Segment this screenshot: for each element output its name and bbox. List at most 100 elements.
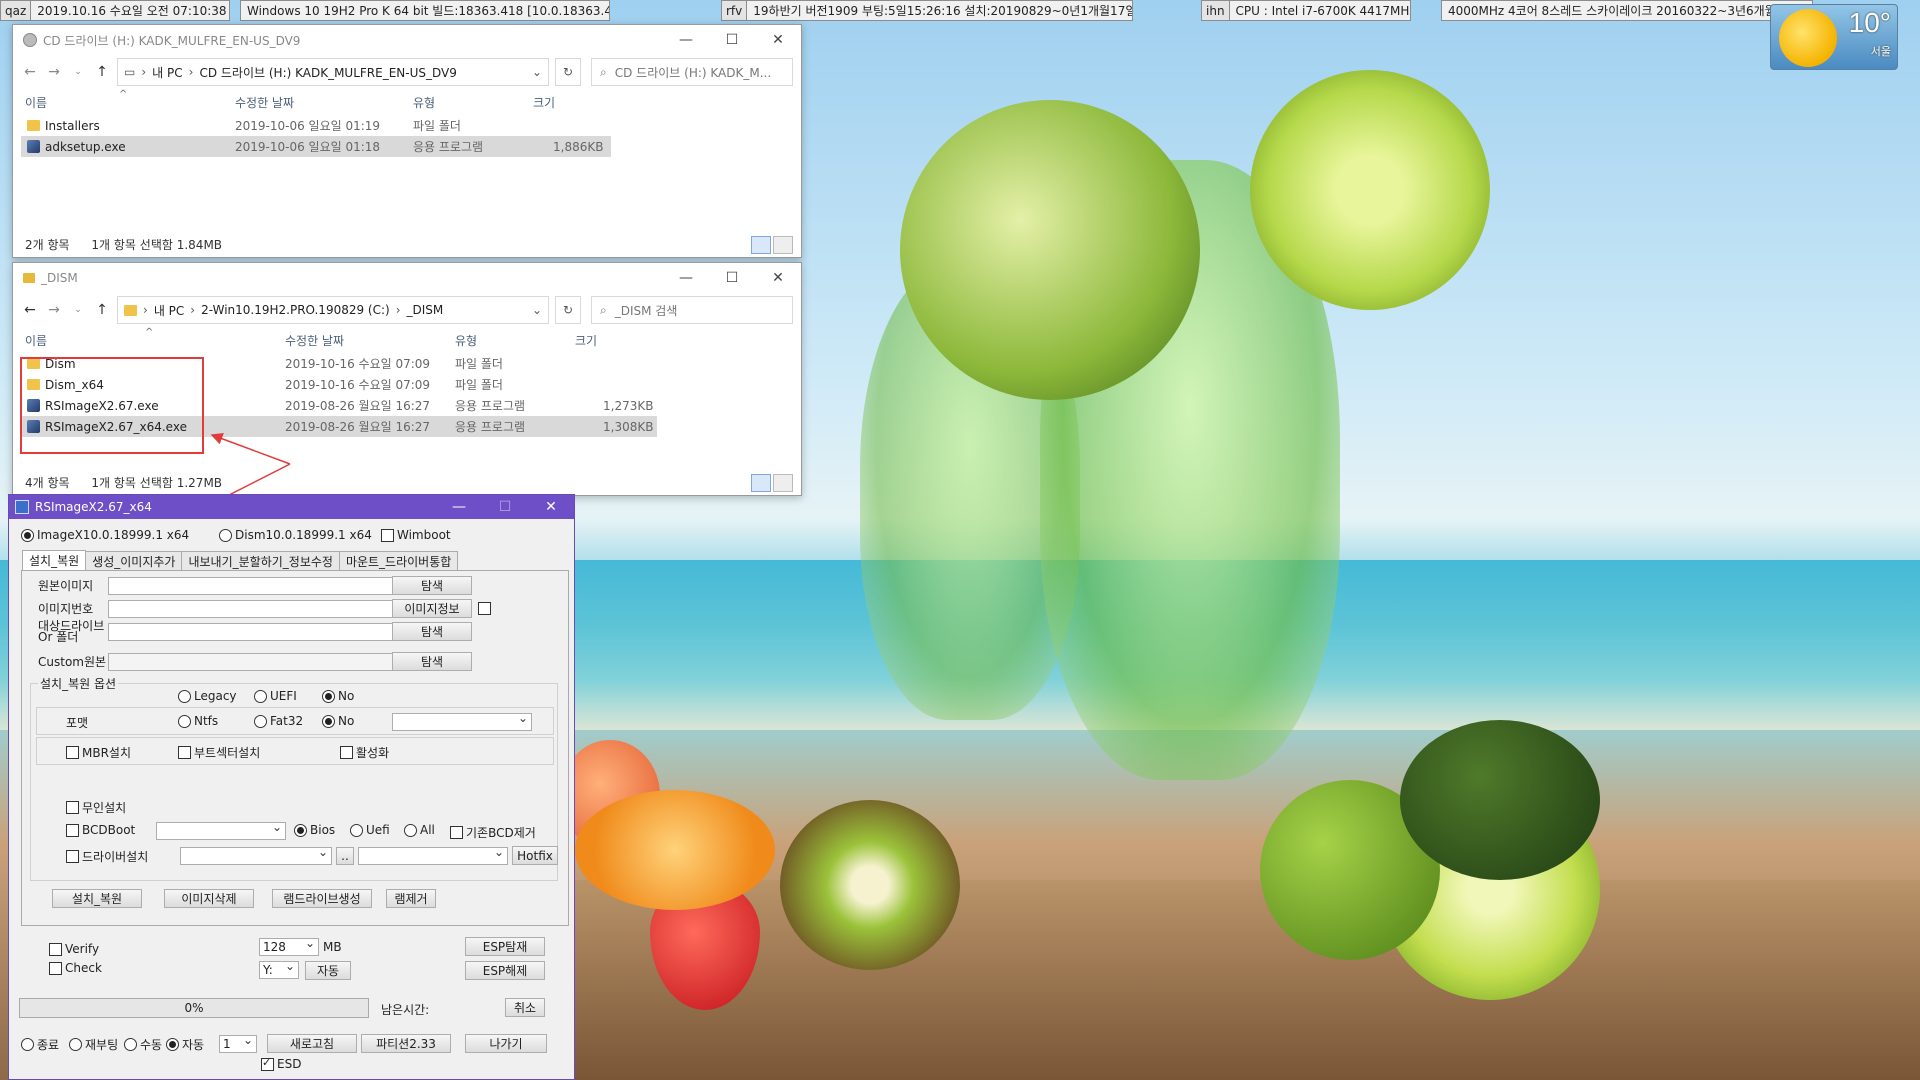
install-restore-button[interactable]: 설치_복원 xyxy=(52,889,142,908)
driver-path-input[interactable] xyxy=(180,845,332,865)
bcdboot-checkbox[interactable]: BCDBoot xyxy=(66,823,135,837)
up-icon[interactable]: ↑ xyxy=(93,64,111,80)
activate-checkbox[interactable]: 활성화 xyxy=(340,744,389,761)
column-type[interactable]: 유형 xyxy=(455,332,477,349)
esd-checkbox[interactable]: ESD xyxy=(261,1056,301,1071)
recent-dropdown-icon[interactable]: ⌄ xyxy=(69,67,87,77)
engine-imagex-radio[interactable]: ImageX10.0.18999.1 x64 xyxy=(21,528,189,542)
maximize-button[interactable]: ☐ xyxy=(709,25,755,55)
engine-dism-radio[interactable]: Dism10.0.18999.1 x64 xyxy=(219,528,372,542)
refresh-button[interactable]: 새로고침 xyxy=(267,1034,357,1053)
custom-source-select[interactable] xyxy=(108,651,426,671)
wimboot-checkbox[interactable]: Wimboot xyxy=(381,528,451,542)
hotfix-path-input[interactable] xyxy=(358,845,508,865)
recent-dropdown-icon[interactable]: ⌄ xyxy=(69,305,87,315)
exit-button[interactable]: 나가기 xyxy=(465,1034,547,1053)
browse-target-button[interactable]: 탐색 xyxy=(392,622,472,641)
back-icon[interactable]: ← xyxy=(21,302,39,318)
column-date[interactable]: 수정한 날짜 xyxy=(235,94,294,111)
breadcrumb-item[interactable]: _DISM xyxy=(407,303,444,317)
auto-button[interactable]: 자동 xyxy=(305,961,351,980)
column-name[interactable]: 이름 xyxy=(25,332,47,349)
boot-no-radio[interactable]: No xyxy=(322,689,354,703)
weather-widget[interactable]: 10° 서울 xyxy=(1770,4,1898,70)
tab-export-split[interactable]: 내보내기_분할하기_정보수정 xyxy=(181,551,340,572)
source-image-select[interactable] xyxy=(108,575,426,595)
after-manual-radio[interactable]: 수동 xyxy=(124,1036,162,1053)
refresh-button[interactable]: ↻ xyxy=(555,296,581,324)
column-date[interactable]: 수정한 날짜 xyxy=(285,332,344,349)
delete-image-button[interactable]: 이미지삭제 xyxy=(164,889,254,908)
browse-custom-button[interactable]: 탐색 xyxy=(392,652,472,671)
column-size[interactable]: 크기 xyxy=(575,332,597,349)
tab-create-add[interactable]: 생성_이미지추가 xyxy=(85,551,183,572)
chevron-down-icon[interactable]: ⌄ xyxy=(532,65,542,79)
large-icons-view-icon[interactable] xyxy=(773,236,793,254)
image-info-button[interactable]: 이미지정보 xyxy=(392,599,472,618)
cancel-button[interactable]: 취소 xyxy=(505,998,545,1017)
bcd-bios-radio[interactable]: Bios xyxy=(294,823,335,837)
chevron-down-icon[interactable]: ⌄ xyxy=(532,303,542,317)
column-size[interactable]: 크기 xyxy=(533,94,555,111)
maximize-button[interactable]: ☐ xyxy=(709,263,755,293)
boot-legacy-radio[interactable]: Legacy xyxy=(178,689,237,703)
bcd-all-radio[interactable]: All xyxy=(404,823,435,837)
driver-browse-button[interactable]: .. xyxy=(336,847,354,865)
esp-unmount-button[interactable]: ESP해제 xyxy=(465,961,545,980)
up-icon[interactable]: ↑ xyxy=(93,302,111,318)
file-row[interactable]: Installers 2019-10-06 일요일 01:19 파일 폴더 xyxy=(21,115,611,136)
browse-source-button[interactable]: 탐색 xyxy=(392,576,472,595)
ram-drive-letter-select[interactable]: Y: xyxy=(259,959,299,979)
close-button[interactable]: ✕ xyxy=(755,263,801,293)
close-button[interactable]: ✕ xyxy=(755,25,801,55)
minimize-button[interactable]: — xyxy=(663,263,709,293)
after-auto-radio[interactable]: 자동 xyxy=(166,1036,204,1053)
minimize-button[interactable]: — xyxy=(663,25,709,55)
image-index-select[interactable] xyxy=(108,598,426,618)
ram-size-select[interactable]: 128 xyxy=(259,936,319,956)
format-fat32-radio[interactable]: Fat32 xyxy=(254,714,303,728)
address-bar[interactable]: › 내 PC › 2-Win10.19H2.PRO.190829 (C:) › … xyxy=(117,296,549,324)
count-select[interactable]: 1 xyxy=(219,1033,257,1053)
remove-ram-button[interactable]: 램제거 xyxy=(386,889,436,908)
boot-uefi-radio[interactable]: UEFI xyxy=(254,689,297,703)
tab-install-restore[interactable]: 설치_복원 xyxy=(22,550,87,571)
tab-mount-driver[interactable]: 마운트_드라이버통합 xyxy=(338,551,459,572)
after-shutdown-radio[interactable]: 종료 xyxy=(21,1036,59,1053)
breadcrumb-item[interactable]: 내 PC xyxy=(154,302,184,319)
breadcrumb-item[interactable]: 내 PC xyxy=(152,64,182,81)
refresh-button[interactable]: ↻ xyxy=(555,58,581,86)
verify-checkbox[interactable]: Verify xyxy=(49,942,99,956)
check-checkbox[interactable]: Check xyxy=(49,961,102,975)
format-ntfs-radio[interactable]: Ntfs xyxy=(178,714,218,728)
back-icon[interactable]: ← xyxy=(21,64,39,80)
breadcrumb-item[interactable]: 2-Win10.19H2.PRO.190829 (C:) xyxy=(201,303,390,317)
target-drive-select[interactable] xyxy=(108,621,426,641)
unattended-checkbox[interactable]: 무인설치 xyxy=(66,799,126,816)
details-view-icon[interactable] xyxy=(751,236,771,254)
column-name[interactable]: 이름 xyxy=(25,94,47,111)
address-bar[interactable]: ▭ › 내 PC › CD 드라이브 (H:) KADK_MULFRE_EN-U… xyxy=(117,58,549,86)
remove-bcd-checkbox[interactable]: 기존BCD제거 xyxy=(450,824,536,841)
close-button[interactable]: ✕ xyxy=(528,495,574,519)
minimize-button[interactable]: — xyxy=(436,495,482,519)
breadcrumb-item[interactable]: CD 드라이브 (H:) KADK_MULFRE_EN-US_DV9 xyxy=(199,64,456,81)
bcdboot-select[interactable] xyxy=(156,820,286,840)
maximize-button[interactable]: ☐ xyxy=(482,495,528,519)
forward-icon[interactable]: → xyxy=(45,302,63,318)
large-icons-view-icon[interactable] xyxy=(773,474,793,492)
forward-icon[interactable]: → xyxy=(45,64,63,80)
search-box[interactable]: ⌕ _DISM 검색 xyxy=(591,296,793,324)
details-view-icon[interactable] xyxy=(751,474,771,492)
create-ramdrive-button[interactable]: 램드라이브생성 xyxy=(272,889,372,908)
bcd-uefi-radio[interactable]: Uefi xyxy=(350,823,390,837)
format-label-select[interactable] xyxy=(392,711,532,731)
hotfix-button[interactable]: Hotfix xyxy=(512,846,558,865)
search-box[interactable]: ⌕ CD 드라이브 (H:) KADK_M... xyxy=(591,58,793,86)
esp-mount-button[interactable]: ESP탐재 xyxy=(465,937,545,956)
file-row-selected[interactable]: adksetup.exe 2019-10-06 일요일 01:18 응용 프로그… xyxy=(21,136,611,157)
bootsector-checkbox[interactable]: 부트섹터설치 xyxy=(178,744,260,761)
column-type[interactable]: 유형 xyxy=(413,94,435,111)
partition-button[interactable]: 파티션2.33 xyxy=(361,1034,451,1053)
driver-install-checkbox[interactable]: 드라이버설치 xyxy=(66,848,148,865)
